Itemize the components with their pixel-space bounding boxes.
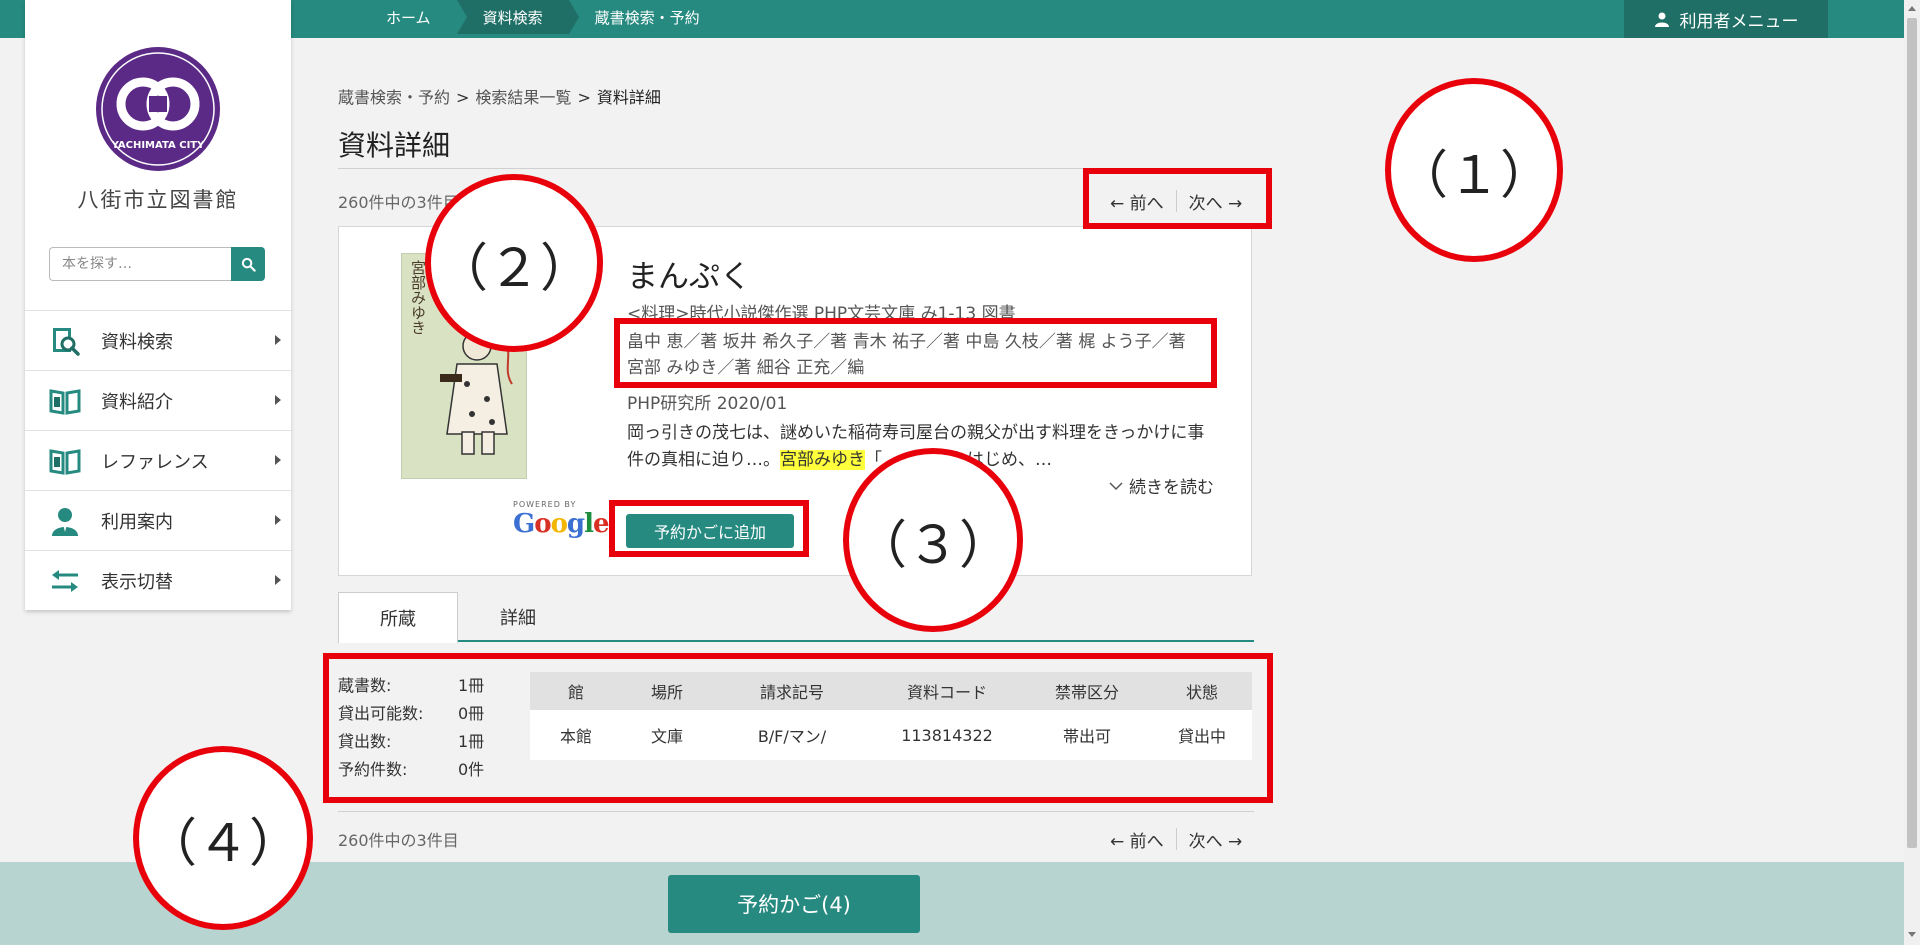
pager-bottom: ← 前へ 次へ →: [1098, 824, 1254, 854]
scrollbar-thumb[interactable]: [1907, 18, 1917, 848]
annotation-marker-4: （４）: [133, 746, 313, 930]
scroll-up-icon[interactable]: [1908, 6, 1916, 11]
read-more-label: 続きを読む: [1129, 478, 1214, 498]
annotation-box-pager: [1083, 168, 1272, 229]
breadcrumb-separator: >: [456, 88, 470, 107]
prev-link[interactable]: ← 前へ: [1098, 827, 1176, 852]
top-nav-catalog-search[interactable]: 蔵書検索・予約: [569, 0, 726, 34]
reserve-cart-button[interactable]: 予約かご(4): [668, 875, 920, 933]
annotation-marker-1: （１）: [1385, 78, 1563, 262]
city-logo[interactable]: YACHIMATA CITY: [95, 46, 221, 172]
user-icon: [1654, 12, 1669, 27]
search-highlight: 宮部みゆき: [780, 450, 865, 470]
user-menu-label: 利用者メニュー: [1679, 11, 1799, 32]
annotation-box-reserve: [609, 500, 809, 557]
sidebar-item-label: 利用案内: [101, 511, 173, 533]
next-link[interactable]: 次へ →: [1177, 827, 1255, 852]
top-nav-material-search[interactable]: 資料検索: [456, 0, 579, 34]
chevron-right-icon: [275, 455, 281, 465]
open-book-icon: [49, 445, 81, 477]
annotation-box-authors: [614, 318, 1217, 388]
breadcrumb-separator: >: [577, 88, 591, 107]
breadcrumb: 蔵書検索・予約 > 検索結果一覧 > 資料詳細: [338, 84, 661, 108]
sidebar-item-material-search[interactable]: 資料検索: [25, 310, 291, 370]
result-count-bottom: 260件中の3件目: [338, 831, 459, 850]
top-nav: ホーム 資料検索 蔵書検索・予約: [360, 0, 726, 34]
breadcrumb-catalog-search[interactable]: 蔵書検索・予約: [338, 88, 450, 107]
breadcrumb-result-list[interactable]: 検索結果一覧: [475, 88, 571, 107]
tab-holdings[interactable]: 所蔵: [338, 592, 458, 643]
breadcrumb-current: 資料詳細: [596, 88, 661, 107]
sidebar-search: [49, 247, 265, 281]
open-book-icon: [49, 385, 81, 417]
chevron-right-icon: [275, 575, 281, 585]
sidebar-item-reference[interactable]: レファレンス: [25, 430, 291, 490]
sidebar: YACHIMATA CITY 八街市立図書館 資料検索 資料紹介 レファレン: [25, 0, 291, 610]
swap-arrows-icon: [49, 565, 81, 597]
detail-tabs: 所蔵 詳細: [338, 592, 1254, 643]
sidebar-item-label: 表示切替: [101, 571, 173, 593]
google-books-credit: POWERED BY Google: [513, 500, 610, 539]
scroll-down-icon[interactable]: [1908, 932, 1916, 937]
google-logo: Google: [513, 509, 610, 539]
tab-details[interactable]: 詳細: [458, 592, 578, 642]
search-icon: [241, 257, 256, 272]
logo-text: YACHIMATA CITY: [111, 140, 206, 151]
library-name: 八街市立図書館: [77, 188, 239, 212]
page-title: 資料詳細: [338, 129, 451, 162]
chevron-down-icon: [1109, 481, 1123, 490]
sidebar-menu: 資料検索 資料紹介 レファレンス 利用案内 表示切替: [25, 310, 291, 610]
book-search-icon: [49, 325, 81, 357]
chevron-right-icon: [275, 335, 281, 345]
chevron-right-icon: [275, 395, 281, 405]
powered-by-label: POWERED BY: [513, 500, 577, 509]
bottom-divider: [338, 811, 1254, 812]
chevron-right-icon: [275, 515, 281, 525]
search-button[interactable]: [231, 247, 265, 281]
top-nav-home[interactable]: ホーム: [360, 0, 467, 34]
book-title: まんぷく: [627, 259, 751, 295]
annotation-marker-3: （３）: [843, 448, 1023, 632]
sidebar-item-guide[interactable]: 利用案内: [25, 490, 291, 550]
annotation-marker-2: （２）: [425, 174, 603, 352]
sidebar-item-label: 資料紹介: [101, 391, 173, 413]
sidebar-item-display-switch[interactable]: 表示切替: [25, 550, 291, 610]
book-search-input[interactable]: [49, 247, 231, 281]
sidebar-item-label: レファレンス: [101, 451, 209, 473]
book-publisher: PHP研究所 2020/01: [627, 394, 788, 414]
user-menu-button[interactable]: 利用者メニュー: [1624, 0, 1828, 38]
sidebar-item-label: 資料検索: [101, 331, 173, 353]
read-more-link[interactable]: 続きを読む: [1109, 473, 1214, 498]
annotation-box-holdings: [323, 653, 1273, 803]
person-icon: [49, 505, 81, 537]
sidebar-item-material-intro[interactable]: 資料紹介: [25, 370, 291, 430]
scrollbar[interactable]: [1904, 0, 1920, 945]
result-count: 260件中の3件目: [338, 193, 459, 212]
